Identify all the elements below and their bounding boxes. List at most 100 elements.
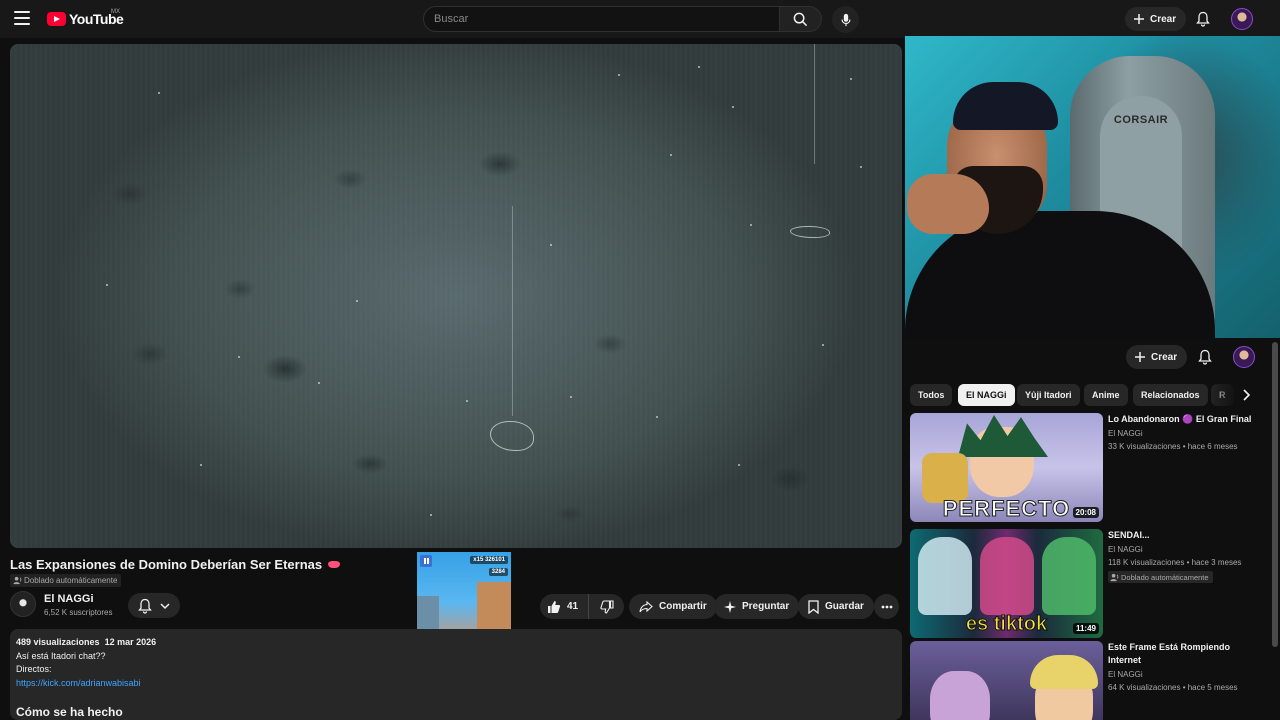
chip-relacionados[interactable]: Relacionados bbox=[1133, 384, 1208, 406]
video-frame-creature bbox=[490, 421, 534, 451]
thumbnail-figure bbox=[980, 537, 1034, 615]
video-frame-speck bbox=[618, 74, 620, 76]
channel-name[interactable]: El NAGGi bbox=[44, 593, 94, 605]
plus-icon bbox=[1134, 14, 1144, 24]
recommendation-title[interactable]: SENDAI... bbox=[1108, 529, 1256, 542]
facecam-overlay: CORSAIR bbox=[905, 36, 1280, 338]
save-button[interactable]: Guardar bbox=[798, 594, 874, 619]
video-frame-speck bbox=[750, 224, 752, 226]
bell-icon bbox=[138, 598, 152, 614]
game-score: x15 326101 bbox=[470, 556, 508, 564]
create-button[interactable]: Crear bbox=[1125, 7, 1187, 31]
description-line: Directos: bbox=[16, 664, 52, 674]
recommendation-thumbnail[interactable]: PERFECTO 20:08 bbox=[910, 413, 1103, 522]
sidebar-create-button[interactable]: Crear bbox=[1126, 345, 1188, 369]
upload-date: 12 mar 2026 bbox=[104, 637, 157, 647]
voice-search-button[interactable] bbox=[832, 6, 859, 33]
video-frame-speck bbox=[200, 464, 202, 466]
video-frame-speck bbox=[356, 300, 358, 302]
chips-next-button[interactable] bbox=[1237, 386, 1255, 404]
kick-link[interactable]: https://kick.com/adrianwabisabi bbox=[16, 678, 141, 688]
dubbed-icon bbox=[13, 576, 22, 585]
recommendation-title[interactable]: Lo Abandonaron 🟣 El Gran Final bbox=[1108, 413, 1256, 426]
recommendation-item[interactable]: Este Frame Está Rompiendo Internet El NA… bbox=[910, 641, 1272, 720]
video-frame-speck bbox=[318, 382, 320, 384]
recommendation-channel[interactable]: El NAGGi bbox=[1108, 545, 1143, 554]
youtube-play-icon bbox=[47, 12, 66, 26]
thumbnail-hair bbox=[1030, 655, 1098, 689]
sidebar-scrollbar[interactable] bbox=[1272, 342, 1278, 647]
view-count: 489 visualizaciones bbox=[16, 637, 100, 647]
bookmark-icon bbox=[808, 599, 819, 614]
video-duration: 20:08 bbox=[1072, 507, 1099, 518]
video-frame-speck bbox=[822, 344, 824, 346]
dub-badge: Doblado automáticamente bbox=[1108, 571, 1213, 583]
recommendation-channel[interactable]: El NAGGi bbox=[1108, 670, 1143, 679]
video-player[interactable] bbox=[10, 44, 902, 548]
create-label: Crear bbox=[1151, 351, 1178, 363]
chips-fade bbox=[1205, 384, 1241, 406]
video-duration: 11:49 bbox=[1072, 623, 1099, 634]
video-frame-speck bbox=[238, 356, 240, 358]
video-frame-speck bbox=[106, 284, 108, 286]
dub-badge-label: Doblado automáticamente bbox=[24, 576, 118, 585]
subscription-bell-button[interactable] bbox=[128, 593, 180, 618]
video-frame-speck bbox=[850, 78, 852, 80]
thumbnail-figure bbox=[930, 671, 990, 720]
chip-el-naggi[interactable]: El NAGGi bbox=[958, 384, 1015, 406]
like-button[interactable]: 41 bbox=[540, 594, 590, 619]
filter-chips: Todos El NAGGi Yûji Itadori Anime Relaci… bbox=[905, 384, 1280, 406]
sidebar-notifications-button[interactable] bbox=[1196, 348, 1214, 366]
video-frame-speck bbox=[570, 396, 572, 398]
top-bar: YouTube MX Crear bbox=[0, 0, 1280, 38]
lips-emoji-icon bbox=[328, 561, 341, 569]
more-actions-button[interactable] bbox=[874, 594, 899, 619]
recommendation-item[interactable]: PERFECTO 20:08 Lo Abandonaron 🟣 El Gran … bbox=[910, 413, 1272, 523]
thumbnail-figure bbox=[918, 537, 972, 615]
recommendation-channel[interactable]: El NAGGi bbox=[1108, 429, 1143, 438]
video-frame-speck bbox=[698, 66, 700, 68]
recommendation-title[interactable]: Este Frame Está Rompiendo Internet bbox=[1108, 641, 1256, 667]
share-button[interactable]: Compartir bbox=[629, 594, 717, 619]
thumbnail-figure bbox=[1042, 537, 1096, 615]
recommendation-meta: 64 K visualizaciones • hace 5 meses bbox=[1108, 683, 1238, 692]
like-dislike-group: 41 bbox=[540, 594, 624, 619]
chip-yuji-itadori[interactable]: Yûji Itadori bbox=[1017, 384, 1080, 406]
more-horizontal-icon bbox=[881, 605, 892, 608]
dub-badge-label: Doblado automáticamente bbox=[1121, 572, 1209, 582]
recommendation-item[interactable]: es tiktok 11:49 SENDAI... El NAGGi 118 K… bbox=[910, 529, 1272, 639]
game-multiplier: x15 bbox=[473, 557, 484, 563]
video-frame-thread bbox=[512, 206, 513, 416]
thumbs-up-icon bbox=[548, 600, 561, 613]
chair-brand-logo: CORSAIR bbox=[1113, 114, 1169, 126]
video-frame-thread bbox=[814, 44, 815, 164]
streamer-hand bbox=[907, 174, 989, 234]
chip-todos[interactable]: Todos bbox=[910, 384, 953, 406]
pause-icon bbox=[420, 555, 432, 567]
menu-icon[interactable] bbox=[14, 11, 30, 25]
video-frame-speck bbox=[738, 464, 740, 466]
thumbs-down-icon bbox=[599, 599, 614, 614]
ask-button[interactable]: Preguntar bbox=[714, 594, 800, 619]
video-frame-speck bbox=[732, 106, 734, 108]
chip-anime[interactable]: Anime bbox=[1084, 384, 1128, 406]
subscriber-count: 6,52 K suscriptores bbox=[44, 608, 113, 617]
game-coins: 3284 bbox=[488, 568, 508, 576]
account-avatar[interactable] bbox=[1231, 8, 1253, 30]
dub-badge: Doblado automáticamente bbox=[10, 574, 122, 587]
like-count: 41 bbox=[567, 601, 579, 612]
search-input[interactable] bbox=[423, 6, 780, 32]
recommendation-meta: 33 K visualizaciones • hace 6 meses bbox=[1108, 442, 1238, 451]
notifications-button[interactable] bbox=[1194, 10, 1212, 28]
search-button[interactable] bbox=[780, 6, 822, 32]
recommendation-thumbnail[interactable]: es tiktok 11:49 bbox=[910, 529, 1103, 638]
video-title: Las Expansiones de Domino Deberían Ser E… bbox=[10, 557, 341, 572]
channel-avatar[interactable] bbox=[10, 591, 36, 617]
description-box[interactable]: 489 visualizaciones 12 mar 2026 Así está… bbox=[10, 629, 902, 720]
recommendation-thumbnail[interactable] bbox=[910, 641, 1103, 720]
video-frame-speck bbox=[466, 400, 468, 402]
dislike-button[interactable] bbox=[589, 594, 624, 619]
sidebar-account-avatar[interactable] bbox=[1233, 346, 1255, 368]
save-label: Guardar bbox=[825, 601, 864, 612]
plus-icon bbox=[1135, 352, 1145, 362]
